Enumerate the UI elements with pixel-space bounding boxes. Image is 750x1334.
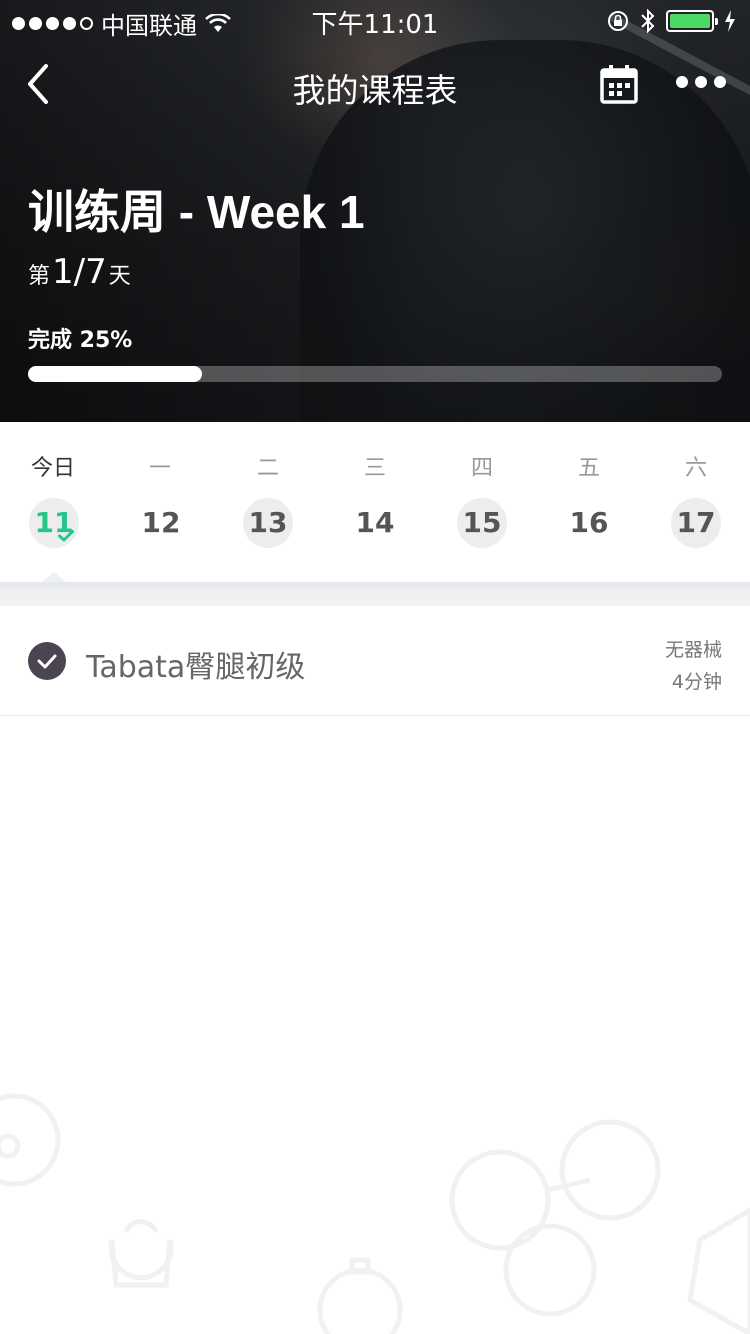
plate-watermark-icon: [0, 1093, 61, 1187]
calendar-icon: [600, 65, 638, 104]
date-button-17[interactable]: 17: [671, 498, 721, 548]
course-list-item[interactable]: Tabata臀腿初级 无器械 4分钟: [0, 606, 750, 716]
date-number: 13: [248, 506, 288, 539]
status-right: [606, 8, 736, 34]
more-dot: [695, 76, 707, 88]
date-number: 15: [462, 506, 502, 539]
selected-day-pointer: [42, 572, 66, 582]
battery-icon: [666, 10, 718, 32]
date-button-13[interactable]: 13: [243, 498, 293, 548]
more-dot: [676, 76, 688, 88]
week-title: 训练周 - Week 1: [28, 186, 365, 238]
bluetooth-icon: [641, 8, 655, 34]
fitness-watermark-illustration: [0, 1093, 750, 1334]
weight-tag-watermark-icon: [687, 1207, 750, 1334]
check-icon: [37, 654, 57, 669]
kettlebell-watermark-icon: [108, 1239, 174, 1288]
course-meta: 无器械 4分钟: [665, 634, 722, 698]
weekday-label-wed: 三: [363, 456, 386, 481]
completion-progress-fill: [28, 366, 202, 382]
course-completed-check: [28, 642, 66, 680]
week-day-selector: 今日 一 二 三 四 五 六 11 12 13 14 15 16 17: [0, 422, 750, 582]
navigation-bar: 我的课程表: [0, 48, 750, 120]
stopwatch-watermark-icon: [317, 1267, 403, 1334]
course-duration: 4分钟: [671, 671, 722, 693]
date-number: 14: [355, 506, 395, 539]
date-button-16[interactable]: 16: [564, 498, 614, 548]
date-button-15[interactable]: 15: [457, 498, 507, 548]
calendar-button[interactable]: [600, 64, 638, 104]
date-number: 12: [141, 506, 181, 539]
dumbbell-watermark-icon: [449, 1149, 551, 1251]
weekday-label-today: 今日: [30, 456, 75, 481]
date-button-11[interactable]: 11: [29, 498, 79, 548]
status-bar: 中国联通 下午11:01: [0, 0, 750, 40]
day-value: 1/7: [52, 252, 107, 292]
date-number: 16: [569, 506, 609, 539]
day-progress: 第 1/7 天: [28, 252, 131, 292]
rotation-lock-icon: [608, 11, 628, 31]
completion-progress-bar: [28, 366, 722, 382]
more-button[interactable]: [676, 76, 726, 90]
date-button-14[interactable]: 14: [350, 498, 400, 548]
section-divider: [0, 582, 750, 606]
completion-label: 完成 25%: [28, 328, 133, 353]
course-equipment: 无器械: [664, 639, 722, 661]
charging-bolt-icon: [725, 10, 735, 32]
weekday-label-sat: 六: [684, 456, 707, 481]
date-button-12[interactable]: 12: [136, 498, 186, 548]
day-suffix: 天: [108, 264, 131, 289]
completed-check-icon: [58, 530, 74, 542]
day-prefix: 第: [28, 264, 51, 289]
more-dot: [714, 76, 726, 88]
date-number: 17: [676, 506, 716, 539]
weekday-label-thu: 四: [470, 456, 493, 481]
weekday-label-fri: 五: [577, 456, 600, 481]
weekday-label-mon: 一: [148, 456, 171, 481]
weekday-label-tue: 二: [256, 456, 279, 481]
course-name: Tabata臀腿初级: [86, 650, 306, 685]
